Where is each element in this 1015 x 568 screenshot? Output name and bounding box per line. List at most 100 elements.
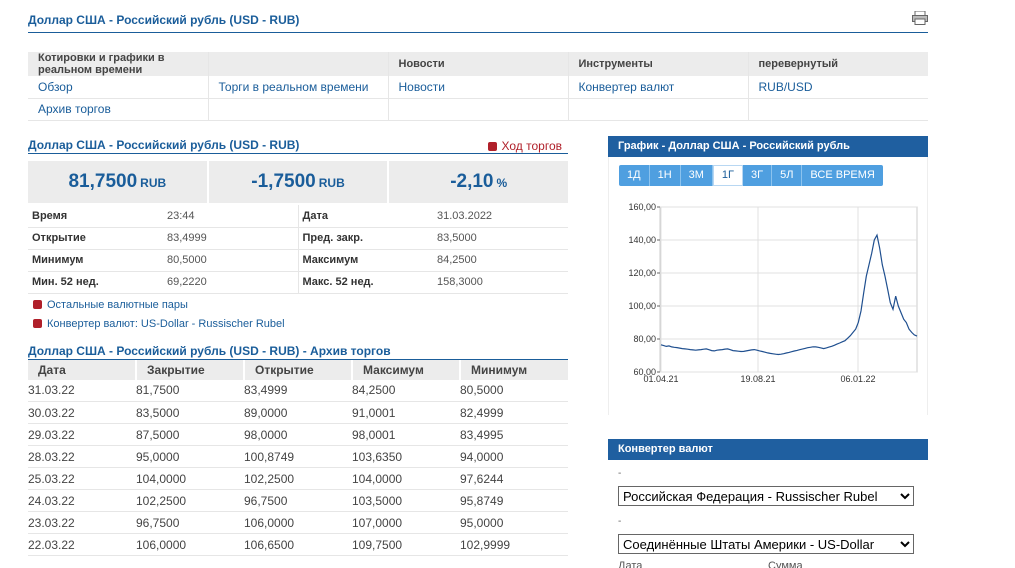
quote-box: 81,7500 RUB -1,7500 RUB -2,10% <box>28 161 568 203</box>
table-row: 22.03.22 106,0000 106,6500 109,7500 102,9999 <box>28 533 568 556</box>
nav-cell-empty <box>388 98 569 121</box>
amount-label: Сумма <box>768 560 803 568</box>
stats-table: Время 23:44 Дата 31.03.2022 Открытие 83,4999… <box>28 205 568 294</box>
table-cell: 106,0000 <box>244 511 352 534</box>
timeframe-1w[interactable]: 1Н <box>650 165 681 186</box>
y-tick-label: 140,00 <box>628 235 656 245</box>
table-cell: 103,5000 <box>352 489 460 512</box>
table-cell: 95,0000 <box>136 445 244 468</box>
col-low: Минимум <box>460 359 568 380</box>
timeframe-1d[interactable]: 1Д <box>619 165 650 186</box>
nav-header-tools: Инструменты <box>568 52 749 76</box>
nav-header-news: Новости <box>388 52 569 76</box>
col-open: Открытие <box>244 359 353 380</box>
x-tick-label: 01.04.21 <box>643 374 678 384</box>
nav-link-converter[interactable]: Конвертер валют <box>579 80 675 94</box>
change-value: -1,7500 <box>251 171 316 192</box>
bullet-icon <box>33 318 42 328</box>
table-cell: 95,8749 <box>460 489 568 512</box>
stats-row: Время 23:44 Дата 31.03.2022 <box>28 205 568 228</box>
print-icon[interactable] <box>912 11 928 25</box>
table-cell: 80,5000 <box>460 379 568 402</box>
stat-label: Пред. закр. <box>297 227 433 250</box>
date-label: Дата <box>618 560 643 568</box>
table-cell: 83,4999 <box>244 379 352 402</box>
table-cell: 25.03.22 <box>28 467 136 490</box>
table-cell: 96,7500 <box>244 489 352 512</box>
table-row: 25.03.22 104,0000 102,2500 104,0000 97,6244 <box>28 467 568 490</box>
section-nav: Котировки и графики в реальном времени Н… <box>28 52 928 121</box>
table-cell: 28.03.22 <box>28 445 136 468</box>
nav-cell-empty <box>568 98 749 121</box>
table-cell: 81,7500 <box>136 379 244 402</box>
table-row: 23.03.22 96,7500 106,0000 107,0000 95,0000 <box>28 511 568 534</box>
timeframe-1y[interactable]: 1Г <box>712 165 743 186</box>
table-row: 29.03.22 87,5000 98,0000 98,0001 83,4995 <box>28 423 568 446</box>
converter-link[interactable]: Конвертер валют: US-Dollar - Russischer … <box>47 318 285 330</box>
col-close: Закрытие <box>136 359 245 380</box>
plot-area <box>659 206 918 373</box>
y-tick-label: 160,00 <box>628 202 656 212</box>
col-date: Дата <box>28 359 137 380</box>
nav-link-archive[interactable]: Архив торгов <box>38 102 111 116</box>
timeframe-selector: 1Д 1Н 3М 1Г 3Г 5Л ВСЕ ВРЕМЯ <box>619 165 883 186</box>
x-tick-label: 06.01.22 <box>840 374 875 384</box>
chart-panel-title: График - Доллар США - Российский рубль <box>608 136 928 157</box>
table-cell: 24.03.22 <box>28 489 136 512</box>
y-tick-label: 120,00 <box>628 268 656 278</box>
table-cell: 82,4999 <box>460 401 568 424</box>
nav-link-news[interactable]: Новости <box>399 80 445 94</box>
table-cell: 109,7500 <box>352 533 460 556</box>
bullet-icon <box>487 142 497 151</box>
table-cell: 98,0001 <box>352 423 460 446</box>
table-cell: 30.03.22 <box>28 401 136 424</box>
nav-link-rub-usd[interactable]: RUB/USD <box>759 80 813 94</box>
timeframe-3m[interactable]: 3М <box>681 165 713 186</box>
stat-label: Макс. 52 нед. <box>297 271 433 294</box>
stat-label: Минимум <box>28 249 163 272</box>
timeframe-3y[interactable]: 3Г <box>743 165 773 186</box>
table-cell: 22.03.22 <box>28 533 136 556</box>
y-tick-label: 80,00 <box>633 334 656 344</box>
nav-header-empty <box>208 52 389 76</box>
from-currency-select[interactable]: Российская Федерация - Russischer Rubel <box>618 486 914 506</box>
x-tick-label: 19.08.21 <box>740 374 775 384</box>
stat-value: 69,2220 <box>163 271 298 294</box>
quote-section: Доллар США - Российский рубль (USD - RUB… <box>28 138 568 556</box>
archive-title: Доллар США - Российский рубль (USD - RUB… <box>28 343 391 358</box>
live-trading-label: Ход торгов <box>501 139 563 153</box>
timeframe-5y[interactable]: 5Л <box>772 165 803 186</box>
stat-label: Дата <box>297 205 433 228</box>
change-percent: -2,10 <box>450 171 494 192</box>
table-cell: 104,0000 <box>136 467 244 490</box>
stat-value: 23:44 <box>163 205 298 228</box>
stat-value: 31.03.2022 <box>433 205 568 228</box>
nav-link-realtime[interactable]: Торги в реальном времени <box>219 80 369 94</box>
stat-value: 83,5000 <box>433 227 568 250</box>
timeframe-all[interactable]: ВСЕ ВРЕМЯ <box>802 165 882 186</box>
table-cell: 102,9999 <box>460 533 568 556</box>
to-currency-select[interactable]: Соединённые Штаты Америки - US-Dollar <box>618 534 914 554</box>
stat-label: Открытие <box>28 227 163 250</box>
table-cell: 96,7500 <box>136 511 244 534</box>
table-cell: 100,8749 <box>244 445 352 468</box>
sidebar: График - Доллар США - Российский рубль 1… <box>608 136 928 568</box>
stat-value: 80,5000 <box>163 249 298 272</box>
live-trading-link[interactable]: Ход торгов <box>487 139 563 153</box>
y-tick-label: 100,00 <box>628 301 656 311</box>
archive-title-bar: Доллар США - Российский рубль (USD - RUB… <box>28 344 568 360</box>
from-label: - <box>618 468 622 479</box>
table-cell: 91,0001 <box>352 401 460 424</box>
table-cell: 107,0000 <box>352 511 460 534</box>
other-pairs-link[interactable]: Остальные валютные пары <box>47 299 188 311</box>
nav-cell-empty <box>748 98 928 121</box>
table-cell: 95,0000 <box>460 511 568 534</box>
stats-row: Открытие 83,4999 Пред. закр. 83,5000 <box>28 227 568 250</box>
table-cell: 106,0000 <box>136 533 244 556</box>
table-row: 30.03.22 83,5000 89,0000 91,0001 82,4999 <box>28 401 568 424</box>
table-cell: 94,0000 <box>460 445 568 468</box>
stat-value: 158,3000 <box>433 271 568 294</box>
price-unit: RUB <box>140 176 167 190</box>
percent-unit: % <box>496 176 508 190</box>
nav-link-overview[interactable]: Обзор <box>38 80 73 94</box>
